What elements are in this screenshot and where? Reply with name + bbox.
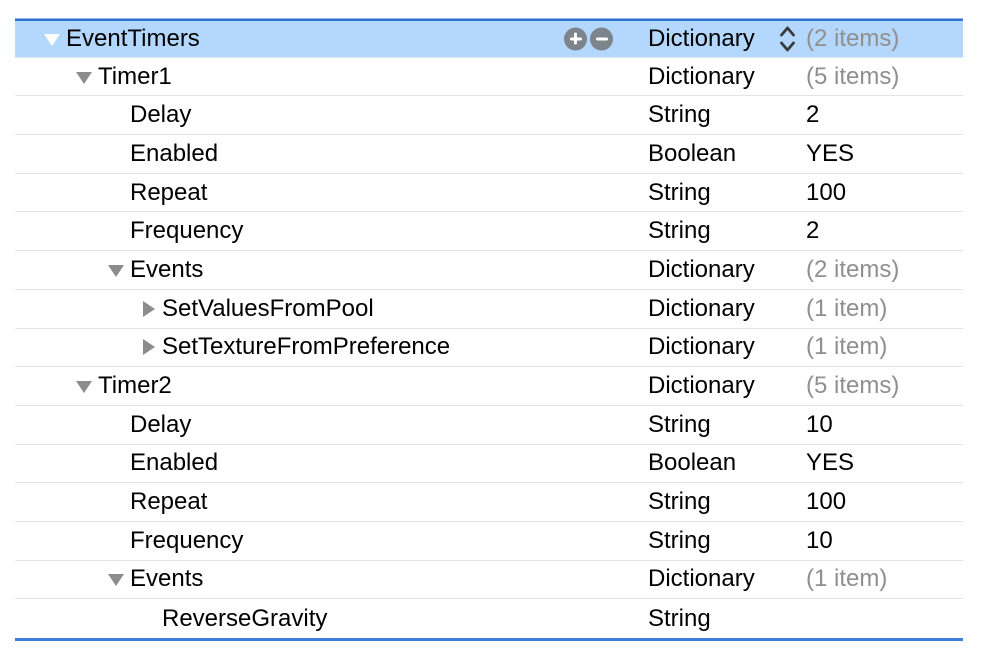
indent-spacer [15, 38, 42, 39]
indent-spacer [15, 579, 106, 580]
row-type[interactable]: String [648, 527, 711, 555]
row-type[interactable]: String [648, 217, 711, 245]
row-type[interactable]: Boolean [648, 449, 736, 477]
row-key[interactable]: Repeat [130, 179, 207, 207]
row-type[interactable]: Dictionary [648, 333, 755, 361]
row-key[interactable]: SetValuesFromPool [162, 295, 374, 323]
triangle-icon [76, 72, 92, 84]
indent-spacer [15, 269, 106, 270]
indent-spacer [15, 192, 106, 193]
row-value[interactable]: 2 [806, 101, 819, 129]
indent-spacer [15, 618, 138, 619]
disclosure-expanded-icon[interactable] [42, 32, 66, 46]
plist-row[interactable]: Events Dictionary (2 items) [15, 251, 963, 290]
row-type[interactable]: Dictionary [648, 295, 755, 323]
row-type[interactable]: String [648, 488, 711, 516]
row-type[interactable]: Boolean [648, 140, 736, 168]
disclosure-collapsed-icon[interactable] [138, 301, 162, 317]
row-key[interactable]: Events [130, 565, 203, 593]
row-key[interactable]: Frequency [130, 217, 243, 245]
row-type[interactable]: String [648, 101, 711, 129]
row-value[interactable]: 10 [806, 411, 833, 439]
add-item-button[interactable] [564, 27, 587, 50]
row-type[interactable]: String [648, 605, 711, 633]
triangle-icon [108, 265, 124, 277]
row-type[interactable]: Dictionary [648, 25, 755, 53]
triangle-icon [108, 574, 124, 586]
row-type[interactable]: Dictionary [648, 565, 755, 593]
indent-spacer [15, 424, 106, 425]
disclosure-expanded-icon[interactable] [106, 263, 130, 277]
plist-row[interactable]: Frequency String 10 [15, 522, 963, 561]
row-key[interactable]: Events [130, 256, 203, 284]
indent-spacer [15, 540, 106, 541]
row-value[interactable]: (2 items) [806, 256, 899, 284]
row-value[interactable]: (5 items) [806, 372, 899, 400]
row-value[interactable]: YES [806, 140, 854, 168]
plist-table: EventTimers Dictionary (2 items) Timer1 Dict… [15, 19, 963, 641]
indent-spacer [15, 115, 106, 116]
triangle-icon [44, 34, 60, 46]
triangle-icon [143, 301, 155, 317]
plist-row[interactable]: Timer1 Dictionary (5 items) [15, 58, 963, 97]
plist-row[interactable]: Enabled Boolean YES [15, 445, 963, 484]
row-key[interactable]: Timer1 [98, 63, 172, 91]
plist-row[interactable]: ReverseGravity String [15, 599, 963, 638]
plist-row[interactable]: Repeat String 100 [15, 483, 963, 522]
row-key[interactable]: ReverseGravity [162, 605, 327, 633]
indent-spacer [15, 502, 106, 503]
row-key[interactable]: Timer2 [98, 372, 172, 400]
triangle-icon [76, 381, 92, 393]
row-key[interactable]: Delay [130, 101, 191, 129]
plist-row[interactable]: Enabled Boolean YES [15, 135, 963, 174]
indent-spacer [15, 463, 106, 464]
plist-row[interactable]: Frequency String 2 [15, 212, 963, 251]
indent-spacer [15, 308, 138, 309]
row-key[interactable]: Enabled [130, 140, 218, 168]
remove-item-button[interactable] [590, 27, 613, 50]
plist-row[interactable]: Delay String 10 [15, 406, 963, 445]
disclosure-expanded-icon[interactable] [74, 379, 98, 393]
plist-row[interactable]: Delay String 2 [15, 96, 963, 135]
row-value[interactable]: (5 items) [806, 63, 899, 91]
row-type[interactable]: Dictionary [648, 63, 755, 91]
row-value[interactable]: 100 [806, 488, 846, 516]
row-value[interactable]: (1 item) [806, 333, 887, 361]
row-type[interactable]: String [648, 179, 711, 207]
plist-row[interactable]: Timer2 Dictionary (5 items) [15, 367, 963, 406]
indent-spacer [15, 347, 138, 348]
row-key[interactable]: Repeat [130, 488, 207, 516]
triangle-icon [143, 339, 155, 355]
row-value[interactable]: 100 [806, 179, 846, 207]
plist-row[interactable]: Events Dictionary (1 item) [15, 561, 963, 600]
row-key[interactable]: Delay [130, 411, 191, 439]
disclosure-collapsed-icon[interactable] [138, 339, 162, 355]
row-value[interactable]: 10 [806, 527, 833, 555]
row-type[interactable]: Dictionary [648, 372, 755, 400]
row-key[interactable]: Enabled [130, 449, 218, 477]
row-key[interactable]: Frequency [130, 527, 243, 555]
row-value[interactable]: 2 [806, 217, 819, 245]
plist-row[interactable]: SetValuesFromPool Dictionary (1 item) [15, 290, 963, 329]
plist-row[interactable]: Repeat String 100 [15, 174, 963, 213]
plist-row[interactable]: EventTimers Dictionary (2 items) [15, 19, 963, 58]
row-value[interactable]: (2 items) [806, 25, 899, 53]
row-key[interactable]: SetTextureFromPreference [162, 333, 450, 361]
disclosure-expanded-icon[interactable] [106, 572, 130, 586]
disclosure-expanded-icon[interactable] [74, 70, 98, 84]
indent-spacer [15, 386, 74, 387]
row-value[interactable]: (1 item) [806, 565, 887, 593]
type-stepper-icon[interactable] [779, 24, 796, 53]
indent-spacer [15, 231, 106, 232]
row-value[interactable]: YES [806, 449, 854, 477]
indent-spacer [15, 153, 106, 154]
indent-spacer [15, 76, 74, 77]
row-key[interactable]: EventTimers [66, 25, 200, 53]
row-value[interactable]: (1 item) [806, 295, 887, 323]
row-type[interactable]: String [648, 411, 711, 439]
row-action-buttons [564, 27, 613, 50]
row-type[interactable]: Dictionary [648, 256, 755, 284]
plist-row[interactable]: SetTextureFromPreference Dictionary (1 ite… [15, 329, 963, 368]
